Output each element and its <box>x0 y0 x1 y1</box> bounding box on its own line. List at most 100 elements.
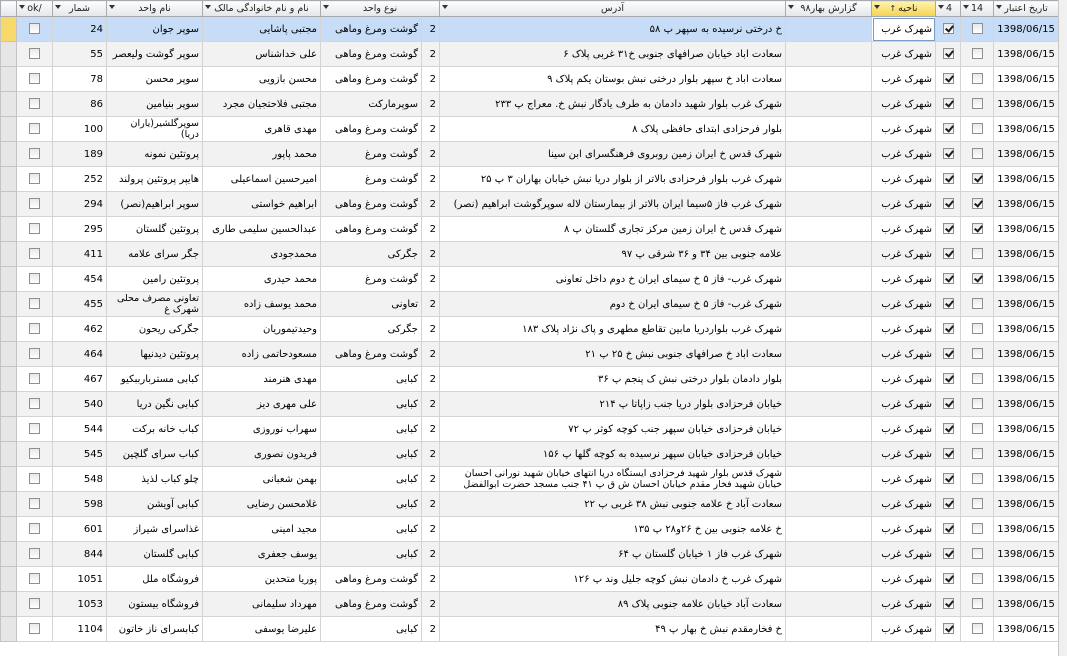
checkbox[interactable] <box>942 498 954 510</box>
column-header-unit-type[interactable]: نوع واحد <box>319 0 441 17</box>
column-dropdown-icon[interactable] <box>874 5 881 9</box>
area-cell[interactable]: شهرک غرب <box>871 491 937 517</box>
address-cell[interactable]: شهرک غرب- فاز ۵ خ سیمای ایران خ دوم داخل… <box>439 266 787 292</box>
column-4-checkbox[interactable] <box>935 466 962 492</box>
shop-name-cell[interactable]: سوپر محسن <box>106 66 203 92</box>
table-row[interactable]: 1104 کبابسرای ناز خاتون علیرضا یوسفی کبابی 2… <box>0 616 1060 642</box>
checkbox[interactable] <box>942 223 954 235</box>
owner-cell[interactable]: مهدی هنرمند <box>202 366 321 392</box>
number-cell[interactable]: 844 <box>52 541 107 567</box>
owner-cell[interactable]: محمدجودی <box>202 241 321 267</box>
ok-checkbox[interactable] <box>16 416 53 442</box>
checkbox[interactable] <box>971 598 983 610</box>
checkbox[interactable] <box>942 448 954 460</box>
checkbox[interactable] <box>971 148 983 160</box>
checkbox[interactable] <box>971 523 983 535</box>
checkbox[interactable] <box>29 23 40 35</box>
number-cell[interactable]: 252 <box>52 166 107 192</box>
row-selector[interactable] <box>0 466 17 492</box>
checkbox[interactable] <box>29 573 40 585</box>
area-cell[interactable]: شهرک غرب <box>871 166 937 192</box>
column-4-checkbox[interactable] <box>935 616 962 642</box>
date-cell[interactable]: 1398/06/15 <box>993 316 1060 342</box>
area-cell[interactable]: شهرک غرب <box>871 366 937 392</box>
unit-type-code-cell[interactable]: 2 <box>420 291 441 317</box>
shop-name-cell[interactable]: کبابی گلستان <box>106 541 203 567</box>
shop-name-cell[interactable]: فروشگاه ملل <box>106 566 203 592</box>
date-cell[interactable]: 1398/06/15 <box>993 366 1060 392</box>
number-cell[interactable]: 467 <box>52 366 107 392</box>
number-cell[interactable]: 24 <box>52 16 107 42</box>
unit-type-cell[interactable]: کبابی <box>320 366 422 392</box>
checkbox[interactable] <box>942 623 954 635</box>
column-4-checkbox[interactable] <box>935 541 962 567</box>
column-4-checkbox[interactable] <box>935 41 962 67</box>
checkbox[interactable] <box>942 398 954 410</box>
checkbox[interactable] <box>971 48 983 60</box>
column-4-checkbox[interactable] <box>935 291 962 317</box>
report-cell[interactable] <box>785 266 873 292</box>
column-4-checkbox[interactable] <box>935 366 962 392</box>
row-selector[interactable] <box>0 491 17 517</box>
column-header-4[interactable]: 4 <box>935 0 962 17</box>
unit-type-code-cell[interactable]: 2 <box>420 216 441 242</box>
report-cell[interactable] <box>785 16 873 42</box>
address-cell[interactable]: شهرک غرب بلوار شهید دادمان به طرف یادگار… <box>439 91 787 117</box>
number-cell[interactable]: 545 <box>52 441 107 467</box>
column-dropdown-icon[interactable] <box>205 5 211 9</box>
unit-type-code-cell[interactable]: 2 <box>420 341 441 367</box>
unit-type-cell[interactable]: گوشت ومرغ <box>320 141 422 167</box>
checkbox[interactable] <box>971 123 983 135</box>
checkbox[interactable] <box>971 248 983 260</box>
report-cell[interactable] <box>785 141 873 167</box>
column-14-checkbox[interactable] <box>960 191 995 217</box>
ok-checkbox[interactable] <box>16 316 53 342</box>
ok-checkbox[interactable] <box>16 41 53 67</box>
checkbox[interactable] <box>971 223 983 235</box>
checkbox[interactable] <box>971 498 983 510</box>
column-4-checkbox[interactable] <box>935 316 962 342</box>
date-cell[interactable]: 1398/06/15 <box>993 216 1060 242</box>
report-cell[interactable] <box>785 91 873 117</box>
shop-name-cell[interactable]: پروتئین گلستان <box>106 216 203 242</box>
unit-type-cell[interactable]: کبابی <box>320 541 422 567</box>
ok-checkbox[interactable] <box>16 616 53 642</box>
date-cell[interactable]: 1398/06/15 <box>993 516 1060 542</box>
shop-name-cell[interactable]: جگر سرای علامه <box>106 241 203 267</box>
unit-type-cell[interactable]: جگرکی <box>320 316 422 342</box>
row-selector[interactable] <box>0 566 17 592</box>
column-dropdown-icon[interactable] <box>19 5 25 9</box>
table-row[interactable]: 1053 فروشگاه بیستون مهرداد سلیمانی گوشت ومر… <box>0 591 1060 617</box>
checkbox[interactable] <box>29 248 40 260</box>
checkbox[interactable] <box>942 198 954 210</box>
column-14-checkbox[interactable] <box>960 141 995 167</box>
checkbox[interactable] <box>29 148 40 160</box>
column-4-checkbox[interactable] <box>935 266 962 292</box>
report-cell[interactable] <box>785 41 873 67</box>
column-4-checkbox[interactable] <box>935 216 962 242</box>
column-header-14[interactable]: 14 <box>960 0 995 17</box>
unit-type-cell[interactable]: کبابی <box>320 616 422 642</box>
checkbox[interactable] <box>942 348 954 360</box>
checkbox[interactable] <box>971 198 983 210</box>
checkbox[interactable] <box>29 298 40 310</box>
area-cell[interactable]: شهرک غرب <box>871 341 937 367</box>
ok-checkbox[interactable] <box>16 391 53 417</box>
shop-name-cell[interactable]: هایپر پروتئین پرولند <box>106 166 203 192</box>
address-cell[interactable]: شهرک غرب فاز ۵سیما ایران بالاتر از بیمار… <box>439 191 787 217</box>
checkbox[interactable] <box>29 498 40 510</box>
row-selector[interactable] <box>0 116 17 142</box>
report-cell[interactable] <box>785 566 873 592</box>
shop-name-cell[interactable]: سوپر گوشت ولیعصر <box>106 41 203 67</box>
address-cell[interactable]: سعادت اباد خ صرافهای جنوبی نبش خ ۲۵ پ ۲۱ <box>439 341 787 367</box>
unit-type-cell[interactable]: گوشت ومرغ وماهی <box>320 66 422 92</box>
column-14-checkbox[interactable] <box>960 341 995 367</box>
row-selector[interactable] <box>0 516 17 542</box>
unit-type-cell[interactable]: سوپرمارکت <box>320 91 422 117</box>
checkbox[interactable] <box>29 73 40 85</box>
owner-cell[interactable]: محمد یوسف زاده <box>202 291 321 317</box>
row-selector[interactable] <box>0 316 17 342</box>
shop-name-cell[interactable]: کبابسرای ناز خاتون <box>106 616 203 642</box>
row-selector[interactable] <box>0 441 17 467</box>
number-cell[interactable]: 601 <box>52 516 107 542</box>
